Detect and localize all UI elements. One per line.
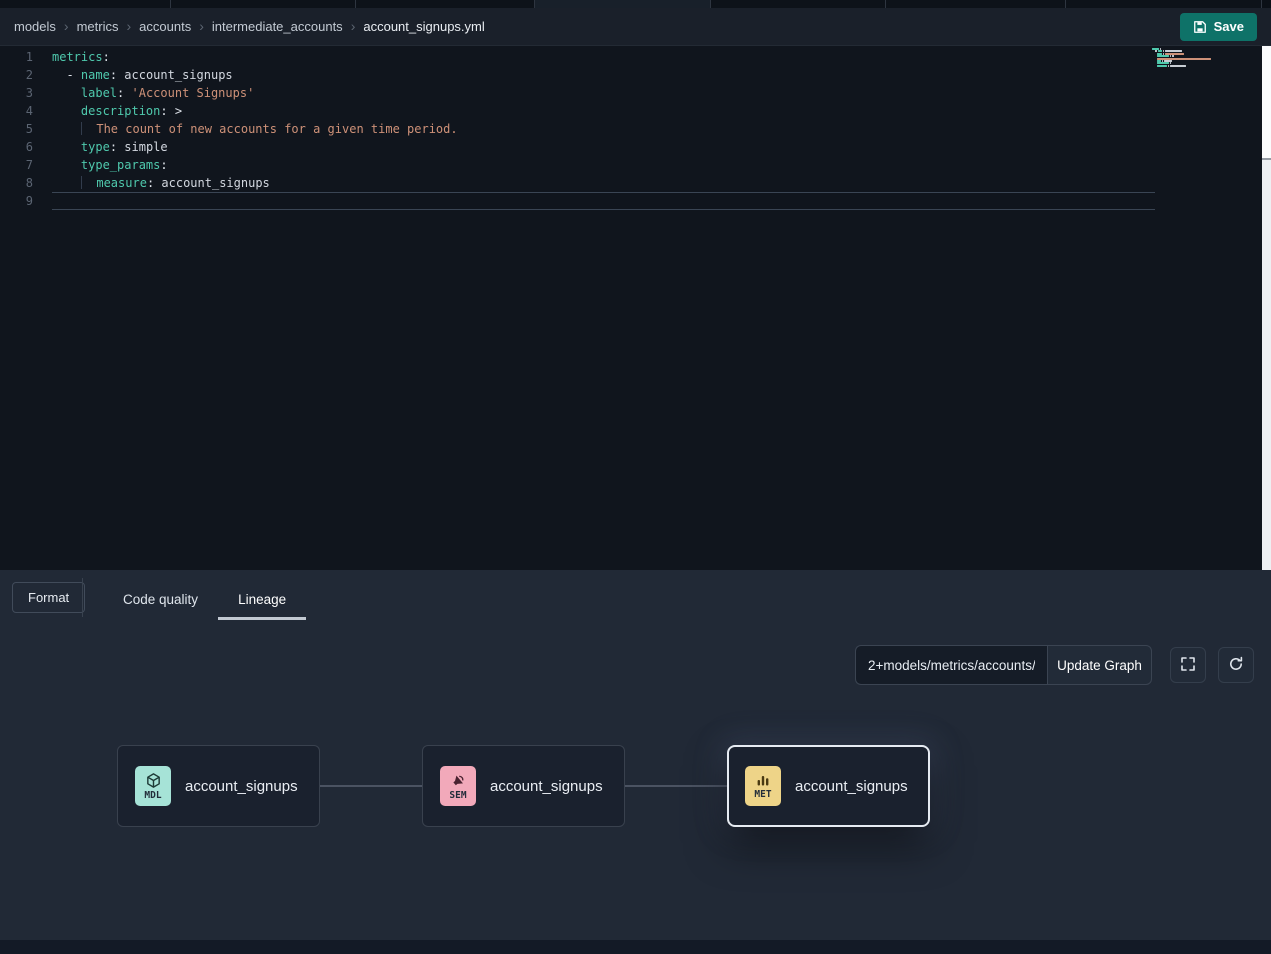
format-button[interactable]: Format xyxy=(12,582,85,613)
editor-tab[interactable] xyxy=(886,0,1066,8)
megaphone-icon xyxy=(450,772,467,789)
fullscreen-button[interactable] xyxy=(1170,647,1206,683)
code-lines: 1metrics:2 - name: account_signups3 labe… xyxy=(0,46,1271,210)
lineage-node-met[interactable]: MET account_signups xyxy=(727,745,930,827)
code-line[interactable]: 7 type_params: xyxy=(0,156,1271,174)
chevron-right-icon: › xyxy=(199,19,204,33)
bottom-panel: Format Code qualityLineage Update Graph xyxy=(0,570,1271,940)
update-graph-button[interactable]: Update Graph xyxy=(1047,645,1152,685)
lineage-edge xyxy=(625,785,727,787)
tab-lineage[interactable]: Lineage xyxy=(218,583,306,620)
node-type-badge: MDL xyxy=(135,766,171,806)
breadcrumb-item[interactable]: models xyxy=(14,19,56,34)
breadcrumb-item[interactable]: account_signups.yml xyxy=(363,19,484,34)
node-type-code: MDL xyxy=(144,790,161,801)
lineage-graph[interactable]: Update Graph xyxy=(0,625,1271,940)
bar-chart-icon xyxy=(755,772,771,788)
editor-tab[interactable] xyxy=(1066,0,1262,8)
refresh-icon xyxy=(1228,656,1244,675)
save-icon xyxy=(1193,20,1207,34)
tab-code-quality[interactable]: Code quality xyxy=(103,583,218,620)
line-number: 9 xyxy=(0,192,52,210)
cube-icon xyxy=(145,772,162,789)
app-root: models › metrics › accounts › intermediate_acc… xyxy=(0,0,1271,954)
editor-scrollbar[interactable] xyxy=(1262,46,1271,570)
node-label: account_signups xyxy=(185,778,298,795)
code-line[interactable]: 8 measure: account_signups xyxy=(0,174,1271,192)
divider xyxy=(82,578,83,617)
node-type-code: MET xyxy=(754,789,771,800)
chevron-right-icon: › xyxy=(126,19,131,33)
fullscreen-icon xyxy=(1180,656,1196,675)
breadcrumb-item[interactable]: accounts xyxy=(139,19,191,34)
line-number: 4 xyxy=(0,102,52,120)
selector-input[interactable] xyxy=(855,645,1047,685)
scrollbar-handle[interactable] xyxy=(1262,46,1271,160)
lineage-node-mdl[interactable]: MDL account_signups xyxy=(117,745,320,827)
editor-tab[interactable] xyxy=(0,0,171,8)
line-number: 3 xyxy=(0,84,52,102)
code-line[interactable]: 5 The count of new accounts for a given … xyxy=(0,120,1271,138)
code-line[interactable]: 1metrics: xyxy=(0,48,1271,66)
breadcrumb: models › metrics › accounts › intermediate_acc… xyxy=(14,19,485,34)
lineage-controls: Update Graph xyxy=(855,645,1254,685)
editor-tab[interactable] xyxy=(535,0,711,8)
editor-tab[interactable] xyxy=(356,0,535,8)
line-number: 2 xyxy=(0,66,52,84)
node-type-code: SEM xyxy=(449,790,466,801)
line-number: 8 xyxy=(0,174,52,192)
editor-tab[interactable] xyxy=(711,0,886,8)
code-line[interactable]: 9 xyxy=(0,192,1271,210)
code-line[interactable]: 6 type: simple xyxy=(0,138,1271,156)
breadcrumb-item[interactable]: intermediate_accounts xyxy=(212,19,343,34)
lineage-node-sem[interactable]: SEM account_signups xyxy=(422,745,625,827)
code-editor[interactable]: 1metrics:2 - name: account_signups3 labe… xyxy=(0,46,1271,570)
breadcrumb-item[interactable]: metrics xyxy=(77,19,119,34)
node-label: account_signups xyxy=(795,778,908,795)
breadcrumb-bar: models › metrics › accounts › intermediate_acc… xyxy=(0,8,1271,46)
line-number: 7 xyxy=(0,156,52,174)
line-number: 6 xyxy=(0,138,52,156)
line-number: 1 xyxy=(0,48,52,66)
line-number: 5 xyxy=(0,120,52,138)
node-label: account_signups xyxy=(490,778,603,795)
save-button[interactable]: Save xyxy=(1180,13,1257,41)
chevron-right-icon: › xyxy=(64,19,69,33)
lineage-edge xyxy=(320,785,422,787)
refresh-button[interactable] xyxy=(1218,647,1254,683)
minimap[interactable] xyxy=(1152,48,1212,70)
code-line[interactable]: 2 - name: account_signups xyxy=(0,66,1271,84)
node-type-badge: MET xyxy=(745,766,781,806)
panel-tabs: Code qualityLineage xyxy=(103,583,306,620)
chevron-right-icon: › xyxy=(351,19,356,33)
save-label: Save xyxy=(1214,19,1244,34)
status-bar xyxy=(0,940,1271,954)
code-line[interactable]: 3 label: 'Account Signups' xyxy=(0,84,1271,102)
node-type-badge: SEM xyxy=(440,766,476,806)
editor-tab-strip xyxy=(0,0,1271,8)
editor-tab[interactable] xyxy=(171,0,356,8)
code-line[interactable]: 4 description: > xyxy=(0,102,1271,120)
